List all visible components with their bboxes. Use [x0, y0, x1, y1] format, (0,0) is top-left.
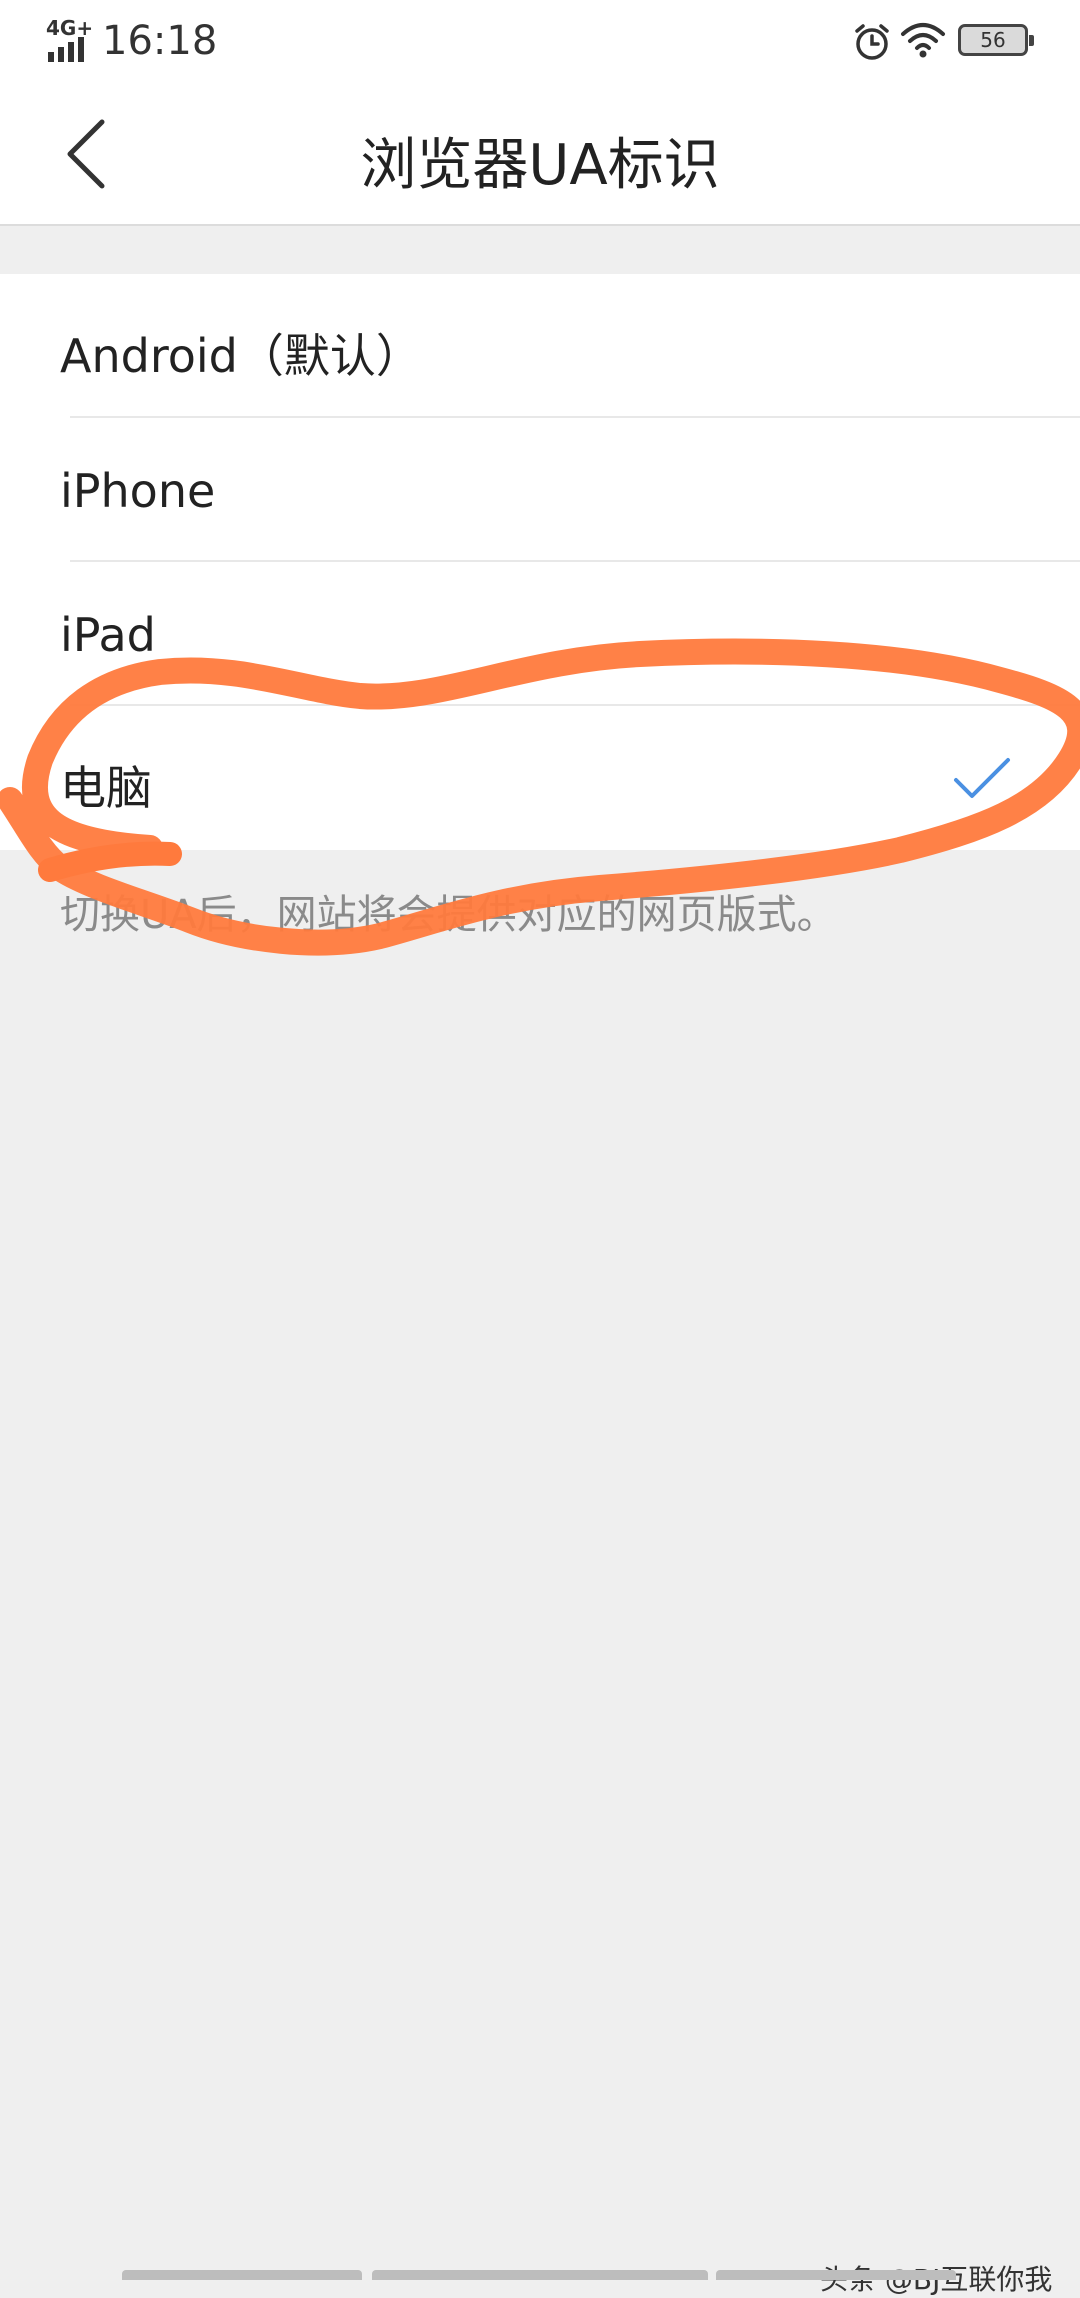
- battery-icon: 56: [958, 24, 1034, 56]
- clock: 16:18: [102, 18, 218, 64]
- option-android[interactable]: Android（默认）: [0, 274, 1080, 418]
- option-iphone[interactable]: iPhone: [0, 418, 1080, 562]
- check-icon: [954, 758, 1010, 798]
- nav-indicator-center: [372, 2270, 708, 2280]
- option-ipad[interactable]: iPad: [0, 562, 1080, 706]
- status-bar: 4G+ 16:18 56: [0, 0, 1080, 84]
- option-label: 电脑: [60, 761, 152, 815]
- alarm-icon: [855, 24, 889, 60]
- option-label: Android（默认）: [60, 329, 422, 383]
- option-desktop[interactable]: 电脑: [0, 706, 1080, 850]
- wifi-icon: [901, 23, 945, 58]
- option-label: iPad: [60, 608, 156, 662]
- hint-text: 切换UA后，网站将会提供对应的网页版式。: [60, 892, 837, 938]
- header-bar: 浏览器UA标识: [0, 84, 1080, 226]
- signal-icon: [48, 37, 84, 62]
- nav-indicator-right: [716, 2270, 956, 2280]
- page-title: 浏览器UA标识: [360, 133, 720, 198]
- nav-indicator-left: [122, 2270, 362, 2280]
- option-label: iPhone: [60, 464, 216, 518]
- ua-option-list: Android（默认） iPhone iPad 电脑: [0, 274, 1080, 850]
